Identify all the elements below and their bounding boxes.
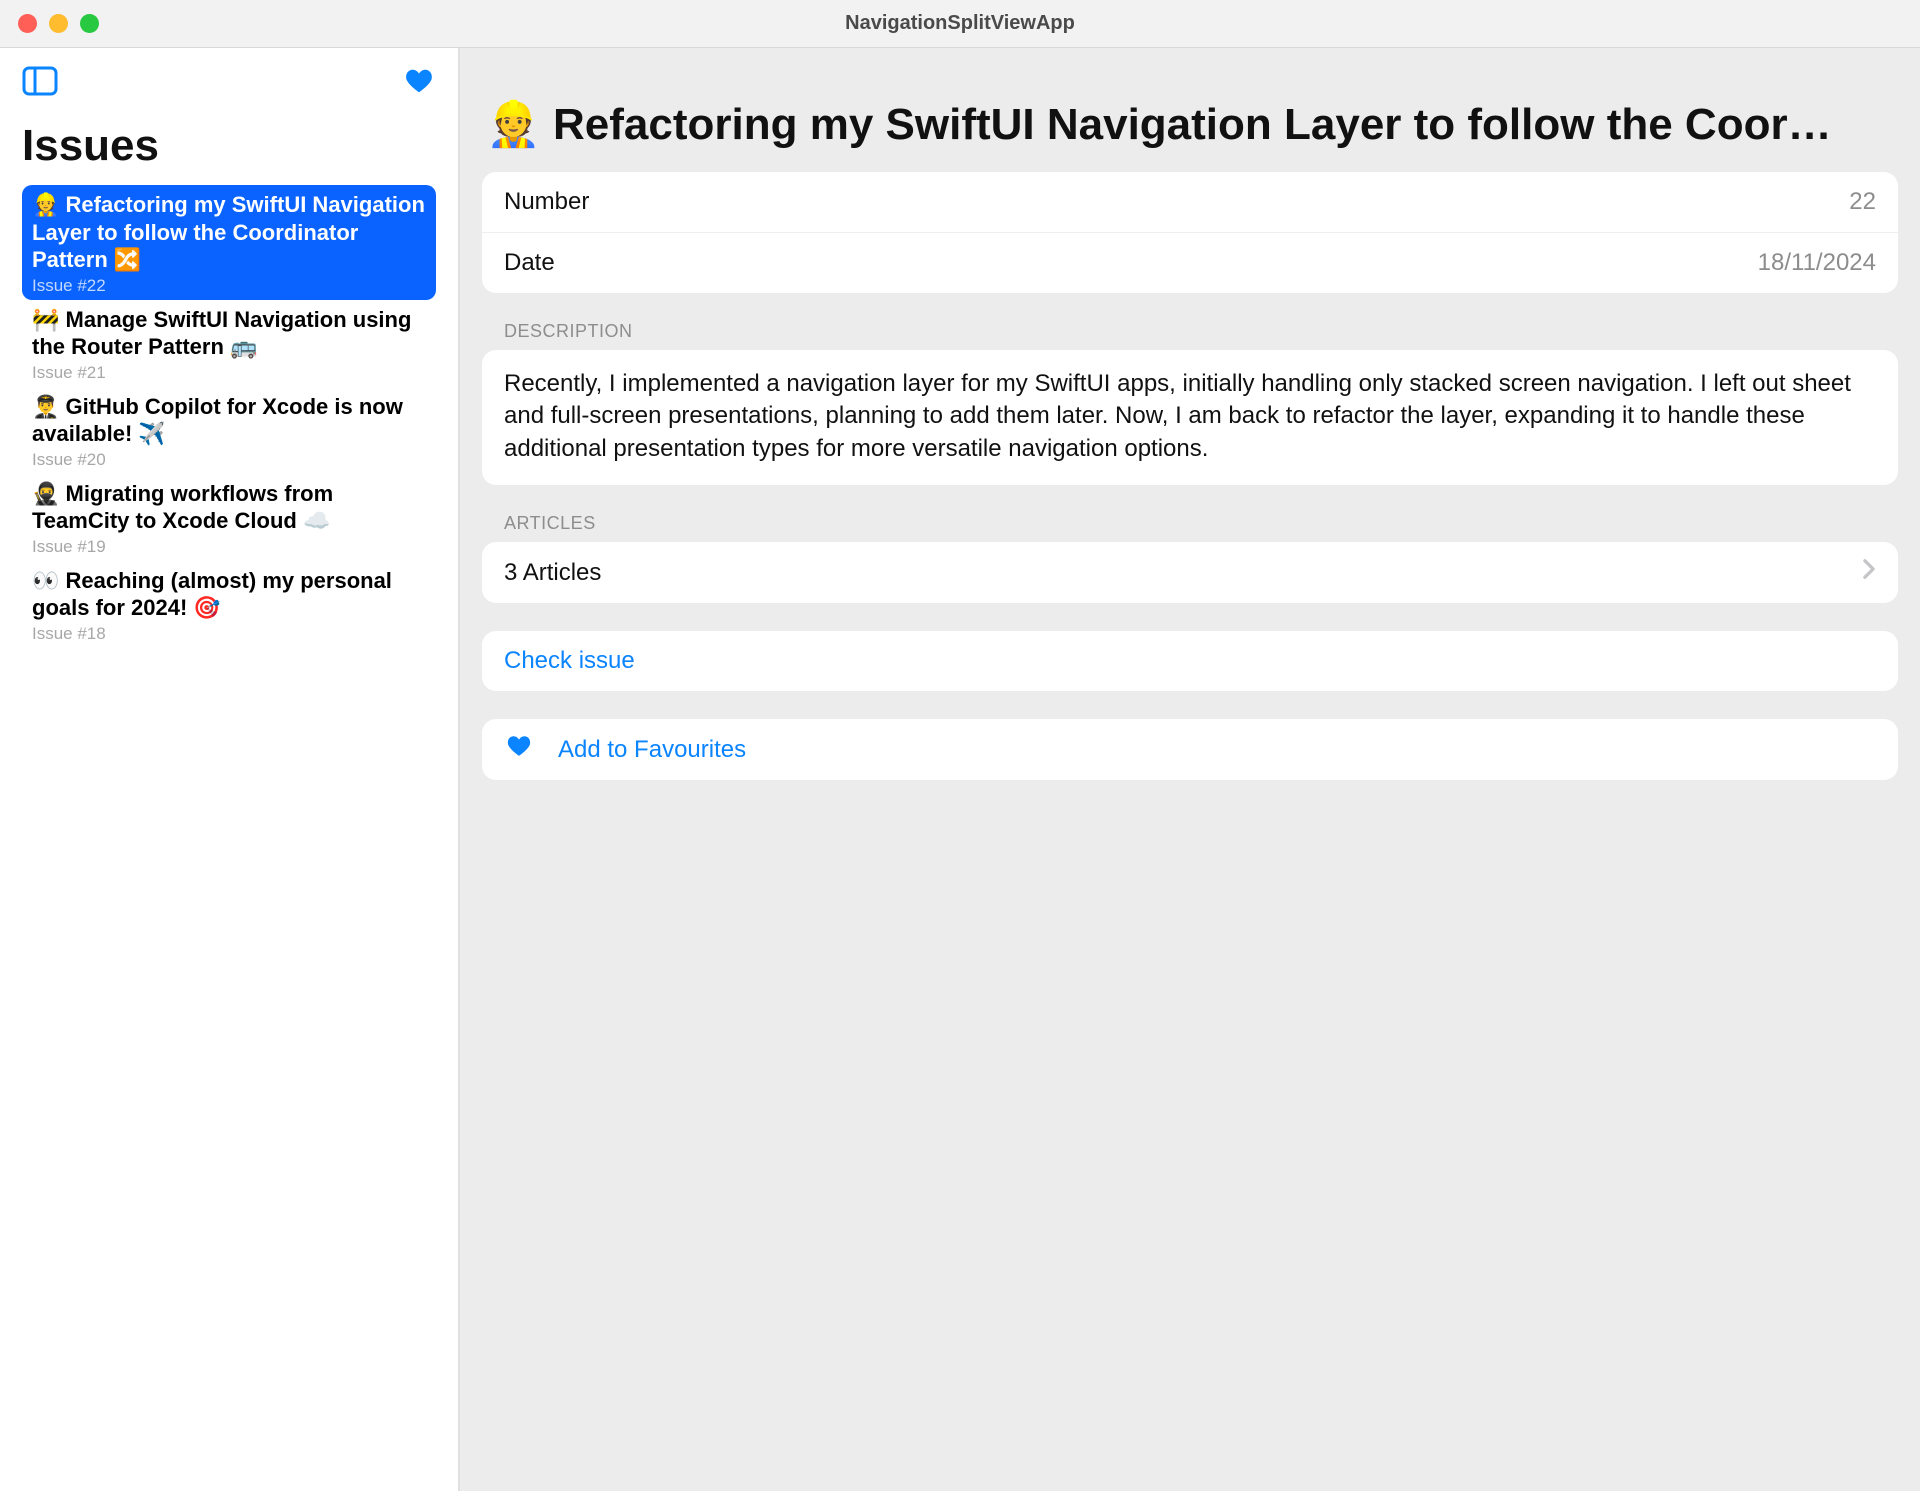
sidebar-item-issue-21[interactable]: 🚧 Manage SwiftUI Navigation using the Ro… <box>22 300 436 387</box>
issue-subtitle: Issue #18 <box>32 624 426 644</box>
window-title: NavigationSplitViewApp <box>845 12 1075 35</box>
app-window: NavigationSplitViewApp Issues <box>0 0 1920 1491</box>
check-issue-card: Check issue <box>482 631 1898 691</box>
sidebar-toolbar <box>22 66 436 101</box>
sidebar-item-issue-19[interactable]: 🥷 Migrating workflows from TeamCity to X… <box>22 474 436 561</box>
sidebar-item-issue-22[interactable]: 👷 Refactoring my SwiftUI Navigation Laye… <box>22 185 436 300</box>
info-card: Number 22 Date 18/11/2024 <box>482 172 1898 293</box>
issue-subtitle: Issue #22 <box>32 276 426 296</box>
articles-row[interactable]: 3 Articles <box>482 542 1898 603</box>
issue-subtitle: Issue #19 <box>32 537 426 557</box>
issue-title: 🚧 Manage SwiftUI Navigation using the Ro… <box>32 306 426 361</box>
sidebar-item-issue-18[interactable]: 👀 Reaching (almost) my personal goals fo… <box>22 561 436 648</box>
titlebar: NavigationSplitViewApp <box>0 0 1920 48</box>
check-issue-button[interactable]: Check issue <box>482 631 1898 691</box>
add-to-favourites-label: Add to Favourites <box>558 736 746 764</box>
issue-subtitle: Issue #20 <box>32 450 426 470</box>
issue-title: 👀 Reaching (almost) my personal goals fo… <box>32 567 426 622</box>
chevron-right-icon <box>1862 558 1876 587</box>
number-value: 22 <box>1849 188 1876 216</box>
issue-title: 👷 Refactoring my SwiftUI Navigation Laye… <box>32 191 426 274</box>
issue-title: 👨‍✈️ GitHub Copilot for Xcode is now ava… <box>32 393 426 448</box>
detail-title: 👷 Refactoring my SwiftUI Navigation Laye… <box>482 98 1898 150</box>
minimize-window-button[interactable] <box>49 14 68 33</box>
issue-list: 👷 Refactoring my SwiftUI Navigation Laye… <box>22 185 436 648</box>
sidebar-item-issue-20[interactable]: 👨‍✈️ GitHub Copilot for Xcode is now ava… <box>22 387 436 474</box>
issue-title: 🥷 Migrating workflows from TeamCity to X… <box>32 480 426 535</box>
date-label: Date <box>504 249 555 277</box>
number-label: Number <box>504 188 589 216</box>
sidebar: Issues 👷 Refactoring my SwiftUI Navigati… <box>0 48 460 1491</box>
number-row: Number 22 <box>482 172 1898 232</box>
description-header: DESCRIPTION <box>482 321 1898 350</box>
articles-header: ARTICLES <box>482 513 1898 542</box>
articles-label: 3 Articles <box>504 559 601 587</box>
issue-subtitle: Issue #21 <box>32 363 426 383</box>
close-window-button[interactable] <box>18 14 37 33</box>
articles-card: 3 Articles <box>482 542 1898 603</box>
date-value: 18/11/2024 <box>1758 249 1876 277</box>
split-view: Issues 👷 Refactoring my SwiftUI Navigati… <box>0 48 1920 1491</box>
detail-pane: 👷 Refactoring my SwiftUI Navigation Laye… <box>460 48 1920 1491</box>
traffic-lights <box>0 14 99 33</box>
sidebar-title: Issues <box>22 121 436 171</box>
heart-icon[interactable] <box>402 66 436 101</box>
description-card: Recently, I implemented a navigation lay… <box>482 350 1898 485</box>
fullscreen-window-button[interactable] <box>80 14 99 33</box>
heart-fill-icon <box>504 733 534 766</box>
favourites-card: Add to Favourites <box>482 719 1898 780</box>
date-row: Date 18/11/2024 <box>482 232 1898 293</box>
description-text: Recently, I implemented a navigation lay… <box>482 350 1898 485</box>
add-to-favourites-button[interactable]: Add to Favourites <box>482 719 1898 780</box>
sidebar-toggle-icon[interactable] <box>22 66 58 101</box>
